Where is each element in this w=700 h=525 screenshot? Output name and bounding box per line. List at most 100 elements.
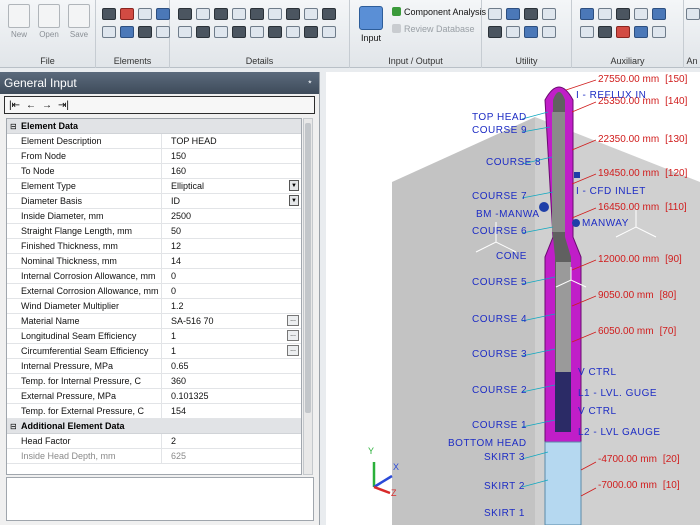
dropdown-arrow-icon[interactable]: ▼ [289,195,299,206]
property-row[interactable]: External Corrosion Allowance, mm 0 [7,284,301,299]
property-value[interactable]: 360 [165,374,301,388]
list-icon[interactable] [488,26,502,38]
element-label[interactable]: COURSE 6 [472,226,527,237]
property-value[interactable]: SA-516 70 [165,314,301,328]
nozzle-icon[interactable] [214,8,228,20]
element-label[interactable]: COURSE 5 [472,277,527,288]
saddle-icon[interactable] [178,26,192,38]
element-label[interactable]: COURSE 4 [472,314,527,325]
body-flange-icon[interactable] [102,26,116,38]
review-database-button[interactable]: Review Database [392,24,475,34]
property-row[interactable]: To Node 160 [7,164,301,179]
property-row[interactable]: External Pressure, MPa 0.101325 [7,389,301,404]
nozzle-label[interactable]: I - REFLUX IN [576,90,646,101]
property-value[interactable]: Elliptical [165,179,301,193]
last-element-icon[interactable]: ⇥| [58,100,69,111]
nozzle-label[interactable]: L2 - LVL GAUGE [578,427,661,438]
property-value[interactable]: 0 [165,269,301,283]
property-row[interactable]: Temp. for External Pressure, C 154 [7,404,301,419]
property-row[interactable]: Nominal Thickness, mm 14 [7,254,301,269]
print-icon[interactable] [616,8,630,20]
material-icon[interactable] [580,8,594,20]
property-value[interactable]: 160 [165,164,301,178]
nozzle-label[interactable]: V CTRL [578,367,617,378]
property-row[interactable]: Diameter Basis ID ▼ [7,194,301,209]
property-value[interactable]: 2500 [165,209,301,223]
element-data-section[interactable]: ⊟ Element Data [7,119,301,134]
packing-icon[interactable] [286,8,300,20]
property-value[interactable]: 1 [165,329,301,343]
nozzle-label[interactable]: L1 - LVL. GUGE [578,388,657,399]
nozzle-label[interactable]: MANWAY [582,218,629,229]
property-value[interactable]: 0 [165,284,301,298]
cylinder-icon[interactable] [102,8,116,20]
open-button[interactable]: Open [34,4,64,46]
scrollbar-thumb[interactable] [305,123,311,413]
browse-button[interactable]: ... [287,315,299,326]
property-row[interactable]: From Node 150 [7,149,301,164]
browse-button[interactable]: ... [287,330,299,341]
detail-copy-icon[interactable] [322,26,336,38]
property-value[interactable]: 14 [165,254,301,268]
pin-icon[interactable]: ⋆ [307,72,313,94]
tubesheet-icon[interactable] [268,26,282,38]
new-button[interactable]: New [4,4,34,46]
property-value[interactable]: 150 [165,149,301,163]
property-value[interactable]: 0.65 [165,359,301,373]
weight-icon[interactable] [232,8,246,20]
nozzle-label[interactable]: I - CFD INLET [576,186,646,197]
property-row[interactable]: Finished Thickness, mm 12 [7,239,301,254]
search-icon[interactable] [524,8,538,20]
first-element-icon[interactable]: |⇤ [9,100,20,111]
element-label[interactable]: BM -MANWA [476,209,540,220]
collapse-icon[interactable]: ⊟ [10,119,17,134]
browse-button[interactable]: ... [287,345,299,356]
property-value[interactable]: 154 [165,404,301,418]
report-icon[interactable] [652,8,666,20]
property-row[interactable]: Head Factor 2 [7,434,301,449]
platform-icon[interactable] [268,8,282,20]
element-label[interactable]: BOTTOM HEAD [448,438,527,449]
property-value[interactable]: 1.2 [165,299,301,313]
collapse-icon[interactable]: ⊟ [10,419,17,434]
element-label[interactable]: COURSE 2 [472,385,527,396]
head-icon[interactable] [120,8,134,20]
extra-icon[interactable] [686,8,700,20]
stiffener-icon[interactable] [178,8,192,20]
skirt-icon[interactable] [120,26,134,38]
doc-icon[interactable] [598,8,612,20]
property-row[interactable]: Straight Flange Length, mm 50 [7,224,301,239]
property-row[interactable]: Element Type Elliptical ▼ [7,179,301,194]
halfpipe-icon[interactable] [250,26,264,38]
detail-delete-icon[interactable] [304,26,318,38]
ring-icon[interactable] [196,8,210,20]
zoom-icon[interactable] [542,8,556,20]
sheet-icon[interactable] [598,26,612,38]
element-label[interactable]: SKIRT 3 [484,452,525,463]
calc-icon[interactable] [506,26,520,38]
chart-icon[interactable] [524,26,538,38]
tools-icon[interactable] [542,26,556,38]
property-row[interactable]: Internal Corrosion Allowance, mm 0 [7,269,301,284]
element-label[interactable]: CONE [496,251,527,262]
lug-icon[interactable] [214,26,228,38]
cone-icon[interactable] [138,8,152,20]
image-icon[interactable] [634,8,648,20]
element-label[interactable]: SKIRT 1 [484,508,525,519]
property-value[interactable]: 50 [165,224,301,238]
split-icon[interactable] [138,26,152,38]
property-row[interactable]: Internal Pressure, MPa 0.65 [7,359,301,374]
property-row[interactable]: Inside Diameter, mm 2500 [7,209,301,224]
word-icon[interactable] [634,26,648,38]
element-label[interactable]: COURSE 3 [472,349,527,360]
additional-element-data-section[interactable]: ⊟ Additional Element Data [7,419,301,434]
element-label[interactable]: TOP HEAD [472,112,527,123]
property-value[interactable]: 625 [165,449,301,463]
property-row[interactable]: Temp. for Internal Pressure, C 360 [7,374,301,389]
model-viewport[interactable]: TOP HEAD COURSE 9 COURSE 8 COURSE 7 BM -MANW… [326,72,700,525]
property-row[interactable]: Material Name SA-516 70... [7,314,301,329]
next-element-icon[interactable]: → [42,100,52,111]
leg-icon[interactable] [196,26,210,38]
previous-element-icon[interactable]: ← [26,100,36,111]
flange-icon[interactable] [156,8,170,20]
